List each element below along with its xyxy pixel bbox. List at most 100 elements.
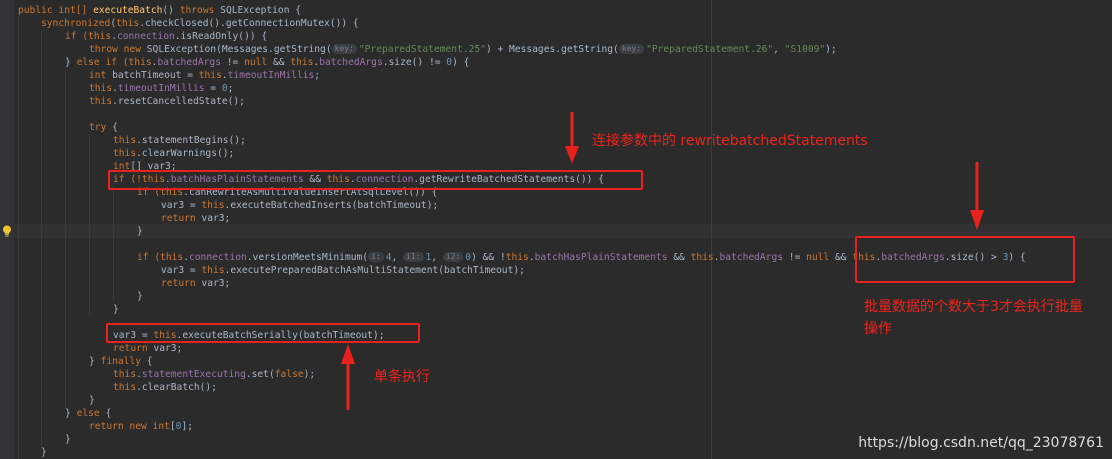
indent-guide <box>65 69 66 409</box>
code-token: throw new <box>89 44 147 55</box>
code-line[interactable]: } <box>137 290 143 303</box>
code-line[interactable]: } <box>137 225 143 238</box>
code-token: && <box>667 252 691 263</box>
code-token: } <box>113 304 119 315</box>
code-token: = <box>204 83 222 94</box>
indent-guide <box>89 134 90 314</box>
arrow-up-icon <box>341 344 355 410</box>
right-margin-guide <box>711 0 712 459</box>
code-line[interactable]: return var3; <box>113 342 182 355</box>
code-line[interactable]: int batchTimeout = this.timeoutInMillis; <box>89 69 320 82</box>
code-line[interactable]: public int[] executeBatch() throws SQLEx… <box>18 4 301 17</box>
code-token: ) && ! <box>471 252 506 263</box>
code-token: return <box>161 213 202 224</box>
code-token: this <box>201 265 225 276</box>
code-token: } <box>65 434 71 445</box>
code-token: this <box>88 31 112 42</box>
code-token: false <box>274 369 304 380</box>
code-token: this <box>690 252 714 263</box>
code-token: } <box>89 395 95 406</box>
code-line[interactable]: if (this.connection.isReadOnly()) { <box>65 30 267 43</box>
code-token: } <box>41 447 47 458</box>
code-token: int <box>152 421 170 432</box>
lightbulb-icon[interactable] <box>1 224 13 238</box>
serial-execution-highlight <box>106 323 420 343</box>
code-line[interactable]: } <box>113 303 119 316</box>
code-line[interactable]: this.timeoutInMillis = 0; <box>89 82 233 95</box>
code-line[interactable]: this.clearWarnings(); <box>113 147 234 160</box>
code-token: && <box>829 252 853 263</box>
code-token: ) + Messages.getString( <box>485 44 619 55</box>
code-token: executeBatch <box>93 5 163 16</box>
code-line[interactable]: } <box>41 446 47 459</box>
code-token: this <box>89 83 113 94</box>
parameter-hint: key: <box>618 44 645 54</box>
indent-guide <box>41 30 42 448</box>
code-token: this <box>505 252 529 263</box>
code-token: } <box>137 226 143 237</box>
rewrite-condition-highlight <box>108 170 643 190</box>
code-token: return <box>161 278 202 289</box>
indent-guide <box>18 17 19 459</box>
code-token: connection <box>189 252 247 263</box>
code-line[interactable]: this.statementExecuting.set(false); <box>113 368 315 381</box>
code-token: return new <box>89 421 153 432</box>
code-line[interactable]: return new int[0]; <box>89 420 193 433</box>
code-line[interactable]: var3 = this.executeBatchedInserts(batchT… <box>161 199 438 212</box>
code-token: .isReadOnly()) { <box>174 31 268 42</box>
code-token: this <box>113 369 137 380</box>
code-line[interactable]: this.clearBatch(); <box>113 381 217 394</box>
code-line[interactable]: return var3; <box>161 277 230 290</box>
code-token: this <box>89 96 113 107</box>
code-token: throws <box>179 5 215 16</box>
code-token: "S1009" <box>784 44 826 55</box>
code-line[interactable]: synchronized(this.checkClosed().getConne… <box>41 17 359 30</box>
code-token: () <box>162 5 180 16</box>
code-token: this <box>128 57 152 68</box>
code-token: } <box>137 291 143 302</box>
code-token: timeoutInMillis <box>227 70 315 81</box>
parameter-hint: i1: <box>403 252 424 262</box>
code-token: , <box>773 44 785 55</box>
code-token: SQLException { <box>214 5 302 16</box>
arrow-down-icon <box>970 162 984 230</box>
code-token: "PreparedStatement.26" <box>646 44 774 55</box>
code-token: ); <box>303 369 316 380</box>
code-line[interactable]: this.resetCancelledState(); <box>89 95 245 108</box>
parameter-hint: key: <box>331 44 357 54</box>
code-line[interactable]: } finally { <box>89 355 153 368</box>
code-token: timeoutInMillis <box>117 83 205 94</box>
code-token: , <box>391 252 404 263</box>
code-token: else if ( <box>76 57 129 68</box>
code-token: this <box>113 382 137 393</box>
code-token: .size() != <box>382 57 447 68</box>
code-token: { <box>99 408 112 419</box>
code-token: return <box>113 343 154 354</box>
code-token: var3; <box>201 278 231 289</box>
code-line[interactable]: } else { <box>65 407 111 420</box>
parameter-hint: i: <box>368 252 384 262</box>
code-token: ; <box>227 83 234 94</box>
code-token: batchedArgs <box>319 57 383 68</box>
code-line[interactable]: this.statementBegins(); <box>113 134 246 147</box>
code-token: null <box>244 57 268 68</box>
code-line[interactable]: } <box>89 394 95 407</box>
code-token: var3 = <box>161 265 202 276</box>
watermark: https://blog.csdn.net/qq_23078761 <box>858 435 1104 451</box>
code-token: .checkClosed().getConnectionMutex()) { <box>139 18 359 29</box>
code-token: finally <box>100 356 141 367</box>
code-token: this <box>198 70 222 81</box>
parameter-hint: i2: <box>442 252 464 262</box>
code-editor[interactable]: public int[] executeBatch() throws SQLEx… <box>0 0 1112 459</box>
code-line[interactable]: } else if (this.batchedArgs != null && t… <box>65 56 469 69</box>
code-line[interactable]: } <box>65 433 71 446</box>
code-token: batchTimeout = <box>112 70 199 81</box>
code-line[interactable]: return var3; <box>161 212 230 225</box>
code-token: } <box>65 408 77 419</box>
code-token: .versionMeetsMinimum( <box>246 252 369 263</box>
code-line[interactable]: var3 = this.executePreparedBatchAsMultiS… <box>161 264 525 277</box>
code-token: batchedArgs <box>719 252 784 263</box>
code-token: var3; <box>201 213 231 224</box>
code-line[interactable]: throw new SQLException(Messages.getStrin… <box>89 43 837 56</box>
code-line[interactable]: try { <box>89 121 118 134</box>
